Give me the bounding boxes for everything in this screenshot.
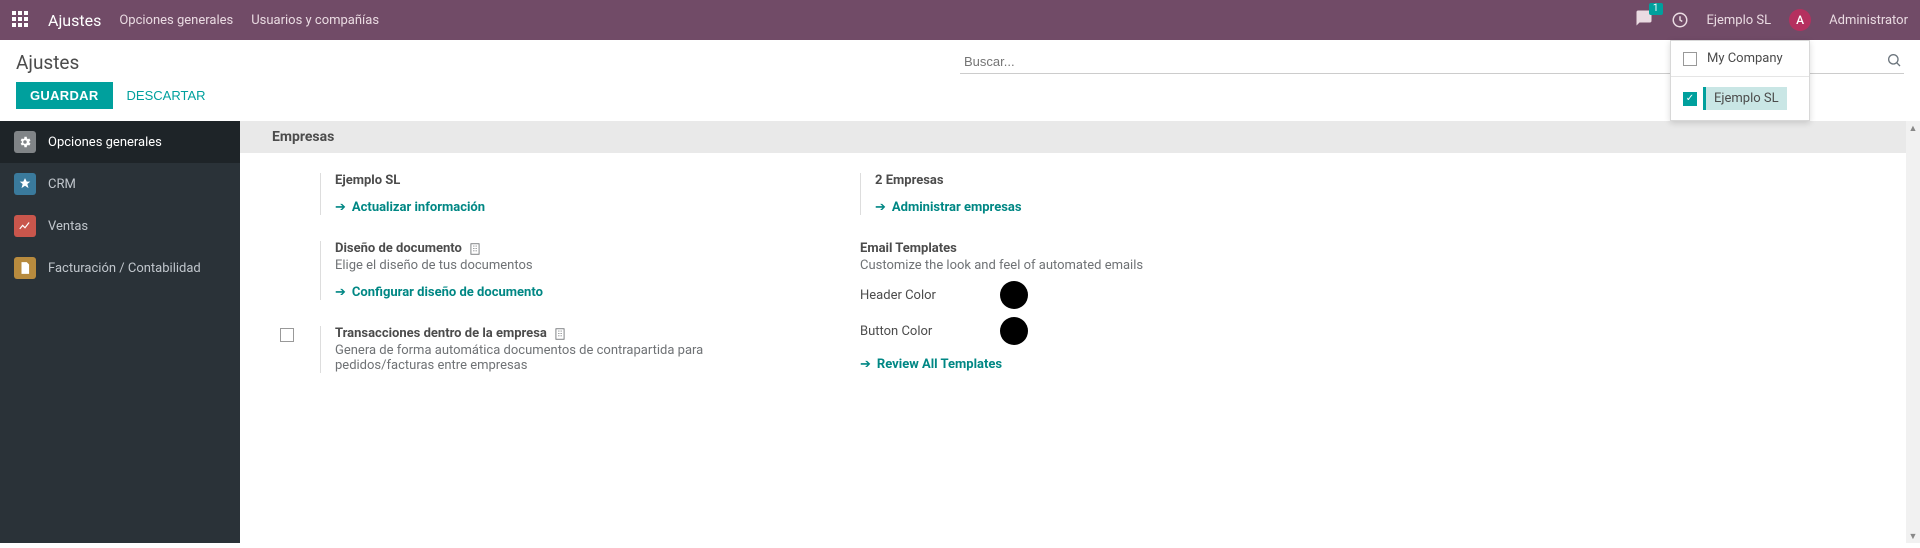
save-button[interactable]: GUARDAR	[16, 82, 113, 109]
scrollbar[interactable]: ▲ ▼	[1906, 121, 1920, 543]
update-company-info-link[interactable]: ➔ Actualizar información	[335, 200, 485, 215]
header-color-swatch[interactable]	[1000, 281, 1028, 309]
control-panel: Ajustes	[0, 40, 1920, 74]
configure-document-layout-link[interactable]: ➔ Configurar diseño de documento	[335, 285, 543, 300]
app-title: Ajustes	[48, 11, 101, 30]
sidebar-item-label: Ventas	[48, 219, 88, 234]
document-layout-desc: Elige el diseño de tus documentos	[335, 258, 800, 273]
company-dropdown: My Company ✓ Ejemplo SL	[1670, 40, 1810, 121]
current-company-name: Ejemplo SL	[335, 173, 800, 188]
intercompany-title: Transacciones dentro de la empresa	[335, 326, 547, 341]
sidebar-item-invoicing[interactable]: Facturación / Contabilidad	[0, 247, 240, 289]
user-name[interactable]: Administrator	[1829, 13, 1908, 28]
document-layout-title: Diseño de documento	[335, 241, 462, 256]
action-label: Administrar empresas	[892, 200, 1022, 215]
intercompany-desc: Genera de forma automática documentos de…	[335, 343, 800, 373]
nav-menu-users[interactable]: Usuarios y compañías	[251, 13, 379, 28]
scroll-up-icon[interactable]: ▲	[1906, 121, 1920, 135]
email-templates-title: Email Templates	[860, 241, 1340, 256]
company-option-label: My Company	[1707, 51, 1783, 66]
sidebar-item-label: Opciones generales	[48, 135, 162, 150]
manage-companies-link[interactable]: ➔ Administrar empresas	[875, 200, 1022, 215]
action-label: Configurar diseño de documento	[352, 285, 543, 300]
checkbox-unchecked-icon	[1683, 52, 1697, 66]
building-icon	[553, 327, 567, 341]
messages-button[interactable]: 1	[1635, 9, 1653, 31]
intercompany-checkbox[interactable]	[280, 328, 294, 342]
settings-sidebar: Opciones generales CRM Ventas Facturació…	[0, 121, 240, 543]
apps-icon[interactable]	[12, 11, 30, 29]
building-icon	[468, 242, 482, 256]
button-color-swatch[interactable]	[1000, 317, 1028, 345]
sidebar-item-crm[interactable]: CRM	[0, 163, 240, 205]
search-icon[interactable]	[1886, 52, 1902, 68]
action-label: Actualizar información	[352, 200, 485, 215]
clock-icon[interactable]	[1671, 11, 1689, 29]
email-templates-desc: Customize the look and feel of automated…	[860, 258, 1340, 273]
arrow-right-icon: ➔	[335, 285, 346, 300]
header-color-label: Header Color	[860, 288, 1000, 303]
avatar-initial: A	[1796, 13, 1804, 27]
avatar[interactable]: A	[1789, 9, 1811, 31]
top-navbar: Ajustes Opciones generales Usuarios y co…	[0, 0, 1920, 40]
page-title: Ajustes	[16, 51, 960, 74]
button-color-label: Button Color	[860, 324, 1000, 339]
nav-menu-general[interactable]: Opciones generales	[119, 13, 233, 28]
checkbox-checked-icon: ✓	[1683, 92, 1697, 106]
arrow-right-icon: ➔	[335, 200, 346, 215]
company-option-ejemplo[interactable]: ✓ Ejemplo SL	[1671, 76, 1809, 120]
settings-main: Empresas Ejemplo SL ➔ Actualizar informa…	[240, 121, 1920, 543]
company-switcher[interactable]: Ejemplo SL	[1707, 13, 1772, 28]
file-icon	[14, 257, 36, 279]
company-option-mycompany[interactable]: My Company	[1671, 41, 1809, 76]
sidebar-item-label: Facturación / Contabilidad	[48, 261, 201, 276]
handshake-icon	[14, 173, 36, 195]
arrow-right-icon: ➔	[860, 357, 871, 372]
control-panel-buttons: GUARDAR DESCARTAR	[0, 74, 1920, 121]
messages-badge: 1	[1649, 3, 1663, 15]
sidebar-item-general[interactable]: Opciones generales	[0, 121, 240, 163]
gear-icon	[14, 131, 36, 153]
chart-line-icon	[14, 215, 36, 237]
sidebar-item-label: CRM	[48, 177, 76, 192]
company-option-label: Ejemplo SL	[1703, 87, 1787, 110]
section-header-empresas: Empresas	[240, 121, 1920, 153]
arrow-right-icon: ➔	[875, 200, 886, 215]
discard-button[interactable]: DESCARTAR	[127, 88, 206, 103]
companies-count: 2 Empresas	[875, 173, 1340, 188]
action-label: Review All Templates	[877, 357, 1002, 372]
scroll-down-icon[interactable]: ▼	[1906, 529, 1920, 543]
review-templates-link[interactable]: ➔ Review All Templates	[860, 357, 1002, 372]
sidebar-item-sales[interactable]: Ventas	[0, 205, 240, 247]
